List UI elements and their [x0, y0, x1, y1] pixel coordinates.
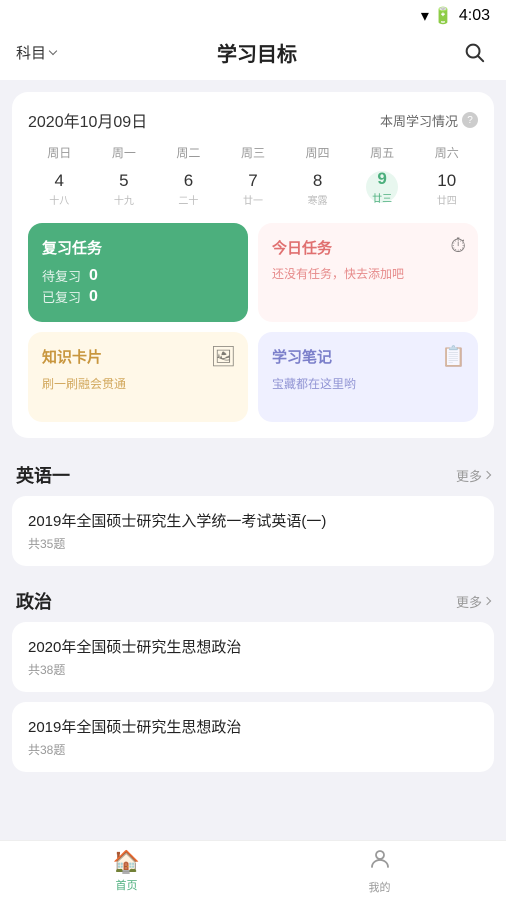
nav-item-profile[interactable]: 我的 — [253, 841, 506, 900]
week-days: 周日 周一 周二 周三 周四 周五 周六 4 十八 5 十九 6 二十 — [28, 144, 478, 211]
calendar-day-6[interactable]: 6 二十 — [157, 167, 220, 211]
notes-card-title: 学习笔记 — [272, 346, 464, 367]
day-number: 6 — [184, 171, 193, 191]
notes-icon: 📋 — [441, 344, 466, 369]
subject-label: 科目 — [16, 42, 46, 63]
section-more-label-politics: 更多 — [456, 592, 482, 611]
list-item-sub: 共38题 — [28, 741, 478, 758]
list-item-politics-1[interactable]: 2019年全国硕士研究生思想政治 共38题 — [12, 702, 494, 772]
section-more-english[interactable]: 更多 — [456, 466, 490, 485]
day-lunar: 十九 — [114, 192, 134, 207]
weekly-status: 本周学习情况 ? — [380, 111, 478, 130]
week-header-sun: 周日 — [28, 144, 91, 165]
section-more-politics[interactable]: 更多 — [456, 592, 490, 611]
review-done-count: 0 — [89, 288, 98, 306]
today-circle: 9 廿三 — [366, 171, 398, 203]
list-item-title: 2019年全国硕士研究生思想政治 — [28, 716, 478, 737]
today-card-title: 今日任务 — [272, 237, 464, 258]
status-icons: ▾ 🔋 — [421, 6, 453, 26]
search-button[interactable] — [458, 36, 490, 68]
review-card[interactable]: 复习任务 待复习 0 已复习 0 — [28, 223, 248, 322]
status-time: 4:03 — [459, 7, 490, 25]
notes-card[interactable]: 学习笔记 📋 宝藏都在这里哟 — [258, 332, 478, 422]
calendar-day-9-today[interactable]: 9 廿三 — [351, 167, 414, 211]
main-content: 2020年10月09日 本周学习情况 ? 周日 周一 周二 周三 周四 周五 周… — [0, 80, 506, 864]
review-pending-row: 待复习 0 — [42, 266, 234, 285]
review-done-row: 已复习 0 — [42, 287, 234, 306]
today-empty-text: 还没有任务，快去添加吧 — [272, 266, 464, 283]
battery-icon: 🔋 — [433, 6, 453, 26]
page-title: 学习目标 — [56, 38, 458, 67]
help-icon[interactable]: ? — [462, 112, 478, 128]
list-item-sub: 共38题 — [28, 661, 478, 678]
weekly-status-label: 本周学习情况 — [380, 111, 458, 130]
calendar-day-8[interactable]: 8 寒露 — [286, 167, 349, 211]
day-number-today: 9 — [377, 169, 386, 189]
day-lunar: 十八 — [49, 192, 69, 207]
status-bar: ▾ 🔋 4:03 — [0, 0, 506, 28]
notes-card-sub: 宝藏都在这里哟 — [272, 375, 464, 392]
list-item-title: 2019年全国硕士研究生入学统一考试英语(一) — [28, 510, 478, 531]
clock-icon: ⏱ — [450, 235, 466, 258]
today-task-card[interactable]: 今日任务 ⏱ 还没有任务，快去添加吧 — [258, 223, 478, 322]
week-header-sat: 周六 — [415, 144, 478, 165]
day-number: 7 — [248, 171, 257, 191]
day-number: 8 — [313, 171, 322, 191]
wifi-icon: ▾ — [421, 6, 429, 26]
list-item-english-0[interactable]: 2019年全国硕士研究生入学统一考试英语(一) 共35题 — [12, 496, 494, 566]
knowledge-card-sub: 刷一刷融会贯通 — [42, 375, 234, 392]
profile-icon — [368, 847, 392, 877]
top-nav: 科目 学习目标 — [0, 28, 506, 80]
day-lunar: 廿四 — [437, 192, 457, 207]
day-lunar-today: 廿三 — [372, 190, 392, 205]
day-number: 4 — [55, 171, 64, 191]
day-lunar: 廿一 — [243, 192, 263, 207]
calendar-day-5[interactable]: 5 十九 — [93, 167, 156, 211]
calendar-day-4[interactable]: 4 十八 — [28, 167, 91, 211]
day-lunar: 寒露 — [308, 192, 328, 207]
chevron-right-icon-english — [483, 471, 491, 479]
list-item-title: 2020年全国硕士研究生思想政治 — [28, 636, 478, 657]
knowledge-card-title: 知识卡片 — [42, 346, 234, 367]
calendar-day-10[interactable]: 10 廿四 — [415, 167, 478, 211]
section-more-label-english: 更多 — [456, 466, 482, 485]
list-item-politics-0[interactable]: 2020年全国硕士研究生思想政治 共38题 — [12, 622, 494, 692]
week-header-tue: 周二 — [157, 144, 220, 165]
review-pending-count: 0 — [89, 267, 98, 285]
nav-label-profile: 我的 — [369, 879, 391, 895]
review-card-title: 复习任务 — [42, 237, 234, 258]
calendar-card: 2020年10月09日 本周学习情况 ? 周日 周一 周二 周三 周四 周五 周… — [12, 92, 494, 438]
section-header-english: 英语一 更多 — [12, 450, 494, 496]
week-header-thu: 周四 — [286, 144, 349, 165]
home-icon: 🏠 — [113, 849, 140, 875]
week-header-wed: 周三 — [222, 144, 285, 165]
week-header-mon: 周一 — [93, 144, 156, 165]
calendar-date: 2020年10月09日 — [28, 108, 147, 132]
search-icon — [463, 41, 485, 63]
nav-item-home[interactable]: 🏠 首页 — [0, 841, 253, 900]
calendar-header: 2020年10月09日 本周学习情况 ? — [28, 108, 478, 132]
week-header-fri: 周五 — [351, 144, 414, 165]
section-title-politics: 政治 — [16, 588, 52, 614]
section-title-english: 英语一 — [16, 462, 70, 488]
nav-label-home: 首页 — [116, 877, 138, 893]
list-item-sub: 共35题 — [28, 535, 478, 552]
section-header-politics: 政治 更多 — [12, 576, 494, 622]
bottom-nav: 🏠 首页 我的 — [0, 840, 506, 900]
day-number: 10 — [437, 171, 456, 191]
calendar-day-7[interactable]: 7 廿一 — [222, 167, 285, 211]
chevron-right-icon-politics — [483, 597, 491, 605]
day-lunar: 二十 — [178, 192, 198, 207]
day-number: 5 — [119, 171, 128, 191]
subject-selector[interactable]: 科目 — [16, 42, 56, 63]
function-cards-grid: 复习任务 待复习 0 已复习 0 今日任务 ⏱ 还没有任务，快去添加吧 知识卡片 — [28, 223, 478, 422]
review-pending-label: 待复习 — [42, 266, 81, 285]
knowledge-card[interactable]: 知识卡片 🖼 刷一刷融会贯通 — [28, 332, 248, 422]
review-done-label: 已复习 — [42, 287, 81, 306]
cards-icon: 🖼 — [211, 344, 236, 369]
